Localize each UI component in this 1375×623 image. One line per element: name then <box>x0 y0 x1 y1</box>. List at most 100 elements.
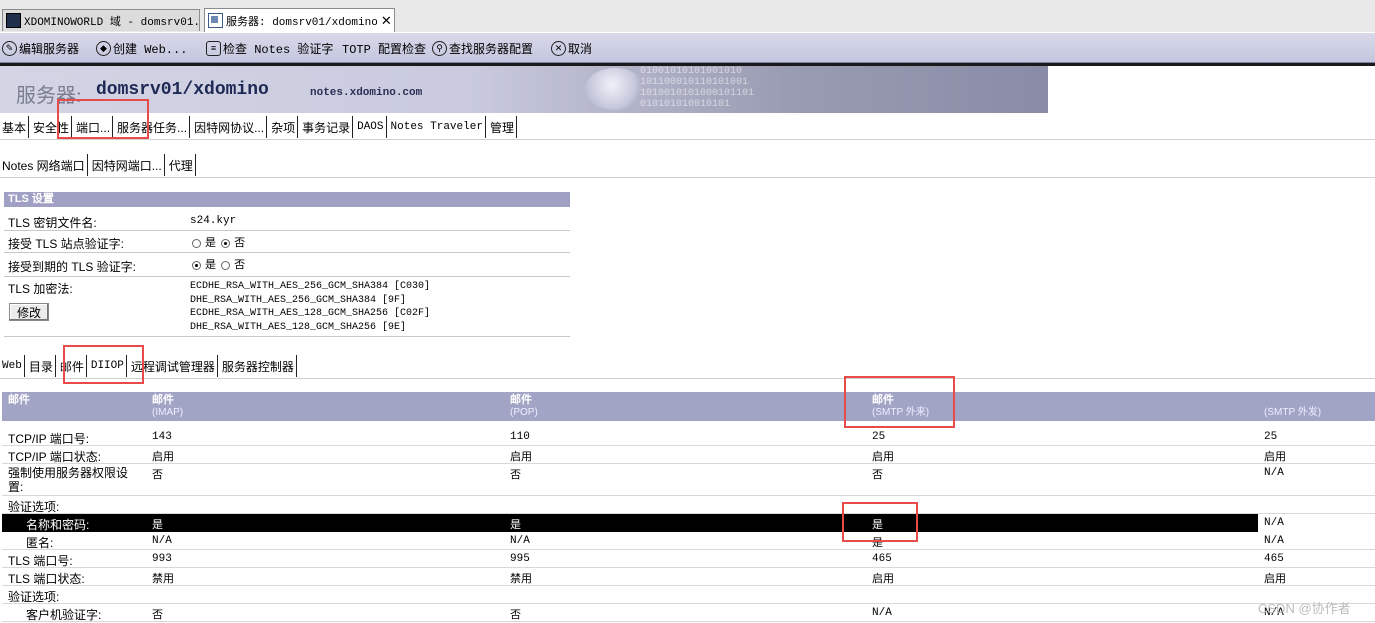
tab-server-controller[interactable]: 服务器控制器 <box>220 355 297 377</box>
check-icon: ≡ <box>206 40 221 56</box>
button-label: 查找服务器配置 <box>449 41 534 56</box>
cell-value: 否 <box>152 469 163 481</box>
cancel-icon: ✕ <box>551 40 566 56</box>
tab-ports[interactable]: 端口... <box>74 116 114 138</box>
cell-value: 是 <box>872 537 883 549</box>
cell-value: 是 <box>510 519 521 531</box>
tab-mail[interactable]: 邮件 <box>57 355 87 377</box>
find-server-config-button[interactable]: ⚲ 查找服务器配置 <box>432 38 533 58</box>
column-header-pop: 邮件 (POP) <box>510 394 538 418</box>
tab-security[interactable]: 安全性 <box>31 116 73 138</box>
cell-value: 启用 <box>152 451 174 463</box>
divider <box>0 378 1375 379</box>
banner-logo-icon <box>585 68 645 110</box>
radio-no-label: 否 <box>234 259 246 271</box>
row-label: 客户机验证字: <box>26 608 102 622</box>
tab-administration[interactable]: 管理 <box>488 116 517 138</box>
close-icon[interactable]: ✕ <box>381 14 392 27</box>
row-label: TCP/IP 端口状态: <box>8 450 102 464</box>
watermark: CSDN @协作者 <box>1258 601 1351 616</box>
table-row: 验证选项: <box>2 496 1375 514</box>
tls-section-header: TLS 设置 <box>4 192 570 207</box>
button-label: 创建 Web... <box>113 42 188 57</box>
row-label: 强制使用服务器权限设置: <box>8 466 129 494</box>
protocol-tab-row: Web 目录 邮件 DIIOP 远程调试管理器 服务器控制器 <box>0 355 299 377</box>
cipher-item: ECDHE_RSA_WITH_AES_128_GCM_SHA256 [C02F] <box>190 308 431 319</box>
cell-value: 143 <box>152 431 172 443</box>
window-tab-strip: XDOMINOWORLD 域 - domsrv01... 服务器: domsrv… <box>0 0 1375 33</box>
radio-yes[interactable] <box>192 260 201 270</box>
cell-value: 110 <box>510 431 530 443</box>
table-row-selected[interactable]: 名称和密码: 是 是 是 N/A <box>2 514 1375 532</box>
tls-accept-site-label: 接受 TLS 站点验证字: <box>8 237 125 251</box>
cell-value: 465 <box>872 553 892 565</box>
tab-internet-ports[interactable]: 因特网端口... <box>89 154 165 176</box>
radio-yes-label: 是 <box>205 237 216 249</box>
row-label: 验证选项: <box>8 500 60 514</box>
banner-server-name: domsrv01/xdomino <box>96 80 269 100</box>
tab-daos[interactable]: DAOS <box>355 116 387 138</box>
cipher-item: DHE_RSA_WITH_AES_256_GCM_SHA384 [9F] <box>190 294 407 306</box>
tab-internet-protocols[interactable]: 因特网协议... <box>192 116 268 138</box>
radio-no[interactable] <box>221 260 231 270</box>
tls-keyfile-row: TLS 密钥文件名: s24.kyr <box>4 210 570 231</box>
tab-web[interactable]: Web <box>0 355 25 377</box>
table-row: 匿名: N/A N/A 是 N/A <box>2 532 1375 550</box>
edit-server-button[interactable]: ✎ 编辑服务器 <box>2 38 79 58</box>
table-row: TLS 端口号: 993 995 465 465 <box>2 550 1375 568</box>
cell-value: 否 <box>510 469 521 481</box>
tab-misc[interactable]: 杂项 <box>269 116 299 138</box>
tls-cipher-label: TLS 加密法: <box>8 282 73 296</box>
button-label: TOTP 配置检查 <box>342 42 427 57</box>
radio-yes-label: 是 <box>205 259 216 271</box>
column-header-smtp-outbound: (SMTP 外发) <box>1264 407 1322 418</box>
create-web-button[interactable]: ◆ 创建 Web... <box>96 38 187 58</box>
modify-button[interactable]: 修改 <box>9 303 49 321</box>
column-header-smtp-inbound: 邮件 (SMTP 外来) <box>872 394 930 418</box>
button-label: 取消 <box>568 41 593 56</box>
tab-diiop[interactable]: DIIOP <box>89 355 127 377</box>
domain-icon <box>6 13 21 28</box>
radio-no[interactable] <box>221 238 231 248</box>
divider <box>0 177 1375 178</box>
cell-value: 25 <box>872 431 886 443</box>
server-banner: 01001010101001010 101100010110101001 101… <box>0 66 1048 113</box>
table-row: TCP/IP 端口状态: 启用 启用 启用 启用 <box>2 446 1375 464</box>
cell-value: 否 <box>152 609 163 621</box>
cancel-button[interactable]: ✕ 取消 <box>551 38 592 58</box>
cell-value: 启用 <box>872 451 894 463</box>
tab-notes-traveler[interactable]: Notes Traveler <box>389 116 486 138</box>
cell-value: N/A <box>1264 517 1284 529</box>
banner-title-label: 服务器: <box>16 85 82 107</box>
cell-value: 465 <box>1264 553 1284 565</box>
window-tab-domain[interactable]: XDOMINOWORLD 域 - domsrv01... <box>2 9 200 31</box>
table-row: 验证选项: <box>2 586 1375 604</box>
cell-value: 993 <box>152 553 172 565</box>
tab-basics[interactable]: 基本 <box>0 116 30 138</box>
cell-value: N/A <box>152 535 172 547</box>
cell-value: 是 <box>152 519 163 531</box>
tls-accept-site-row: 接受 TLS 站点验证字: 是 否 <box>4 231 570 253</box>
action-bar: ✎ 编辑服务器 ◆ 创建 Web... ≡ 检查 Notes 验证字 TOTP … <box>0 32 1375 63</box>
row-label: 验证选项: <box>8 590 60 604</box>
tab-directory[interactable]: 目录 <box>27 355 56 377</box>
row-label: 名称和密码: <box>26 518 90 532</box>
tab-transactional-logging[interactable]: 事务记录 <box>300 116 354 138</box>
table-row: TLS 端口状态: 禁用 禁用 启用 启用 <box>2 568 1375 586</box>
cell-value: 否 <box>872 469 883 481</box>
check-notes-cert-button[interactable]: ≡ 检查 Notes 验证字 <box>206 38 333 58</box>
table-row: 客户机验证字: 否 否 N/A N/A <box>2 604 1375 622</box>
window-tab-label: XDOMINOWORLD 域 - domsrv01... <box>24 16 200 29</box>
tab-proxy[interactable]: 代理 <box>167 154 196 176</box>
row-label: TLS 端口号: <box>8 554 73 568</box>
tab-notes-network-ports[interactable]: Notes 网络端口 <box>0 154 88 176</box>
cell-value: 995 <box>510 553 530 565</box>
tab-remote-debug-manager[interactable]: 远程调试管理器 <box>129 355 218 377</box>
tls-accept-expired-label: 接受到期的 TLS 验证字: <box>8 260 137 274</box>
tab-server-tasks[interactable]: 服务器任务... <box>115 116 191 138</box>
cell-value: 启用 <box>1264 451 1286 463</box>
radio-yes[interactable] <box>192 238 201 248</box>
window-tab-server[interactable]: 服务器: domsrv01/xdomino ✕ <box>204 8 395 32</box>
totp-check-button[interactable]: TOTP 配置检查 <box>342 38 426 58</box>
table-row: TCP/IP 端口号: 143 110 25 25 <box>2 428 1375 446</box>
